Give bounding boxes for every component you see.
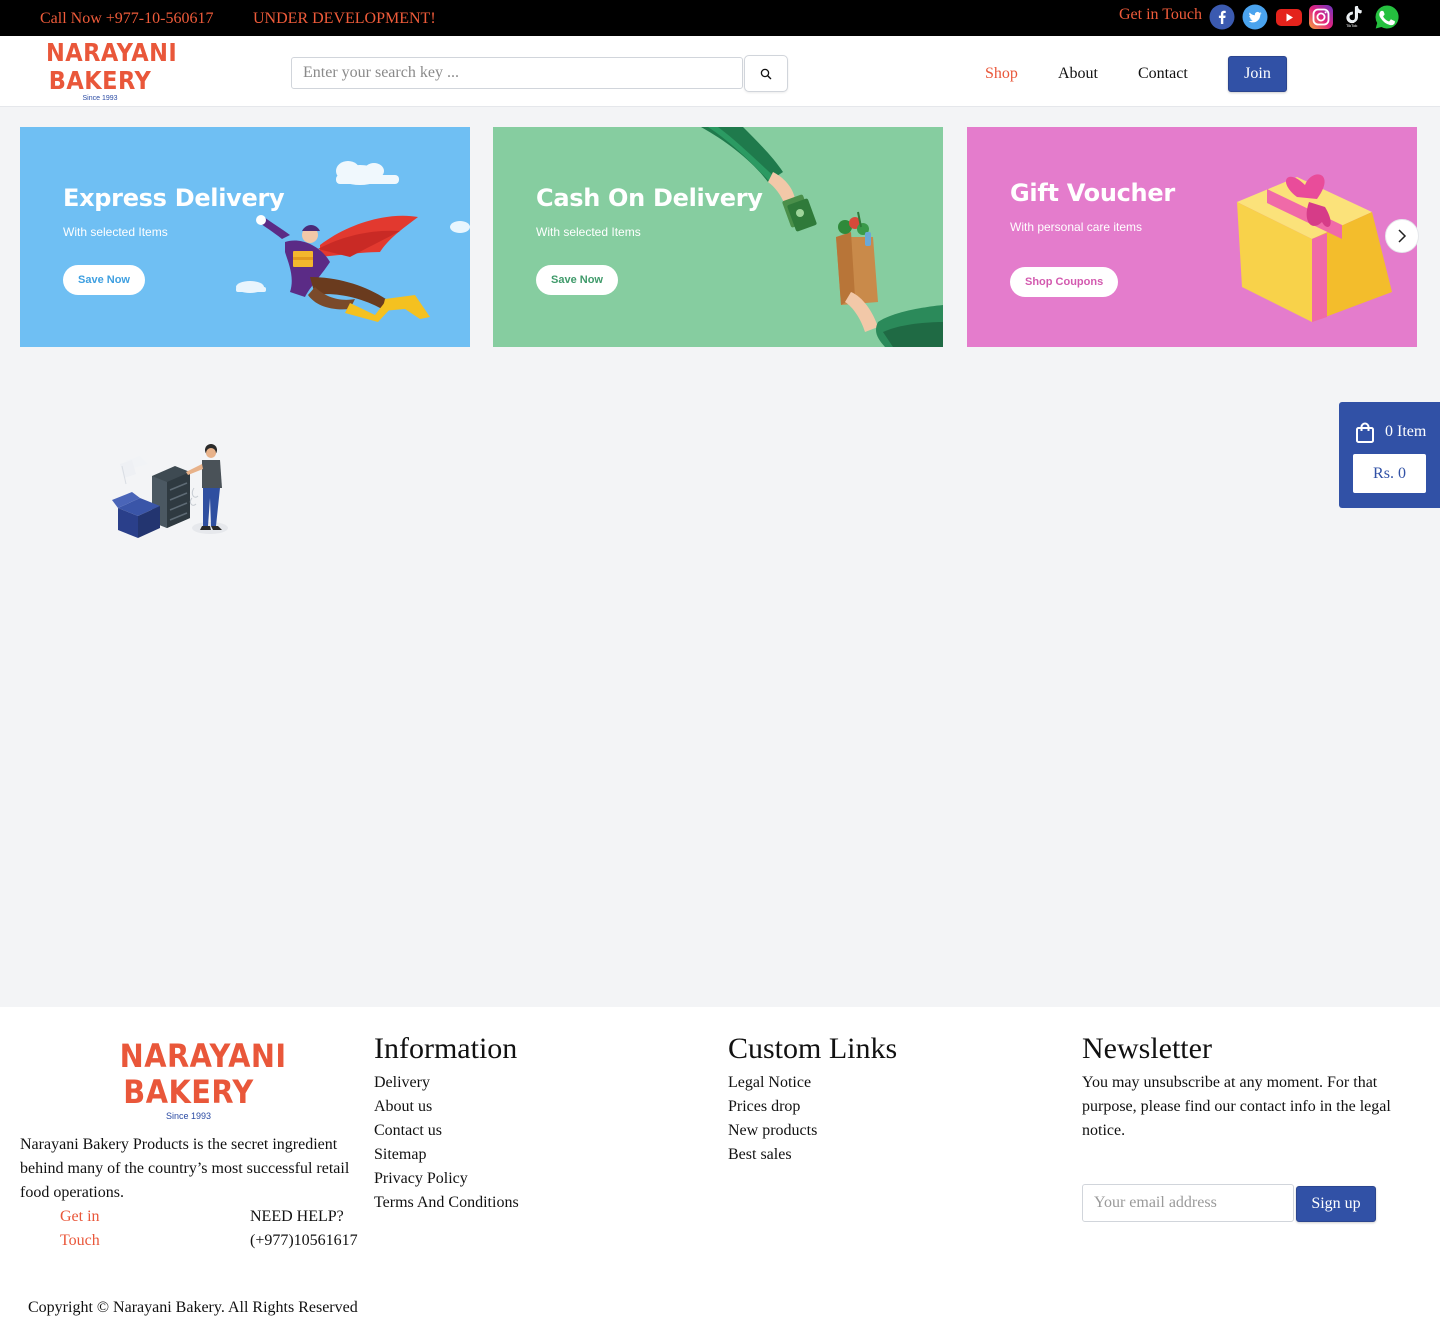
newsletter-text: You may unsubscribe at any moment. For t…: [1082, 1074, 1391, 1139]
floating-cart[interactable]: 0 Item Rs. 0: [1339, 402, 1440, 508]
save-now-button[interactable]: Save Now: [536, 265, 618, 295]
brand-logo[interactable]: NARAYANI BAKERY Since 1993: [40, 38, 178, 102]
footer-link-about-us[interactable]: About us: [374, 1095, 519, 1119]
footer-link-new-products[interactable]: New products: [728, 1119, 817, 1143]
information-links: Delivery About us Contact us Sitemap Pri…: [374, 1071, 519, 1215]
nav-contact[interactable]: Contact: [1138, 65, 1188, 83]
footer-link-terms[interactable]: Terms And Conditions: [374, 1191, 519, 1215]
twitter-icon[interactable]: [1242, 4, 1268, 30]
newsletter-heading: Newsletter: [1082, 1032, 1212, 1065]
nav-about[interactable]: About: [1058, 65, 1098, 83]
footer-link-contact-us[interactable]: Contact us: [374, 1119, 519, 1143]
facebook-icon[interactable]: [1209, 4, 1235, 30]
shop-coupons-button[interactable]: Shop Coupons: [1010, 267, 1119, 297]
footer-brand-logo[interactable]: NARAYANI BAKERY Since 1993: [112, 1037, 287, 1121]
banner-subtitle: With personal care items: [1010, 220, 1143, 234]
information-heading: Information: [374, 1032, 518, 1065]
banner-cash-on-delivery[interactable]: Cash On Delivery With selected Items Sav…: [493, 127, 943, 347]
carousel-next-button[interactable]: [1385, 219, 1419, 253]
banner-title: Express Delivery: [63, 184, 285, 212]
brand-logo-line1: NARAYANI: [119, 1037, 287, 1075]
tiktok-caption: TikTok: [1346, 23, 1358, 28]
site-footer: NARAYANI BAKERY Since 1993 Narayani Bake…: [0, 1007, 1440, 1326]
need-help-label: NEED HELP?: [250, 1208, 344, 1225]
custom-links-heading: Custom Links: [728, 1032, 898, 1065]
banner-subtitle: With selected Items: [536, 225, 641, 239]
footer-link-best-sales[interactable]: Best sales: [728, 1143, 817, 1167]
footer-link-prices-drop[interactable]: Prices drop: [728, 1095, 817, 1119]
banner-express-delivery[interactable]: Express Delivery With selected Items Sav…: [20, 127, 470, 347]
tiktok-icon[interactable]: TikTok: [1341, 3, 1367, 33]
brand-logo-tagline: Since 1993: [165, 1111, 212, 1121]
brand-logo-line2: BAKERY: [48, 66, 152, 95]
top-bar: Call Now +977-10-560617 UNDER DEVELOPMEN…: [0, 0, 1440, 36]
development-notice: UNDER DEVELOPMENT!: [253, 10, 436, 27]
sign-up-button[interactable]: Sign up: [1296, 1186, 1376, 1222]
custom-links: Legal Notice Prices drop New products Be…: [728, 1071, 817, 1167]
search-button[interactable]: [744, 55, 788, 92]
copyright-text: Copyright © Narayani Bakery. All Rights …: [28, 1299, 358, 1316]
empty-products-illustration: [112, 444, 228, 538]
nav-shop[interactable]: Shop: [985, 65, 1018, 83]
brand-logo-line1: NARAYANI: [46, 38, 178, 67]
footer-about-text: Narayani Bakery Products is the secret i…: [20, 1136, 350, 1201]
brand-logo-tagline: Since 1993: [82, 95, 118, 102]
footer-help: NEED HELP? (+977)10561617: [250, 1205, 358, 1253]
footer-link-delivery[interactable]: Delivery: [374, 1071, 519, 1095]
footer-link-sitemap[interactable]: Sitemap: [374, 1143, 519, 1167]
cart-item-count: 0 Item: [1385, 423, 1427, 440]
youtube-icon[interactable]: [1275, 4, 1303, 30]
call-now-text[interactable]: Call Now +977-10-560617: [40, 10, 213, 28]
banner-subtitle: With selected Items: [63, 225, 168, 239]
save-now-button[interactable]: Save Now: [63, 265, 145, 295]
get-in-touch-link[interactable]: Get in Touch: [1119, 6, 1202, 24]
search-input[interactable]: [291, 57, 743, 89]
site-header: NARAYANI BAKERY Since 1993 Shop About Co…: [0, 36, 1440, 107]
newsletter-email-input[interactable]: [1082, 1184, 1294, 1222]
footer-link-legal-notice[interactable]: Legal Notice: [728, 1071, 817, 1095]
chevron-right-icon: [1398, 229, 1407, 243]
help-phone[interactable]: (+977)10561617: [250, 1229, 358, 1253]
banner-title: Gift Voucher: [1010, 179, 1175, 207]
search-icon: [760, 68, 772, 79]
footer-get-in-touch-link[interactable]: Get in Touch: [60, 1205, 120, 1253]
whatsapp-icon[interactable]: [1374, 4, 1400, 30]
cart-total: Rs. 0: [1353, 454, 1426, 493]
banner-gift-voucher[interactable]: Gift Voucher With personal care items Sh…: [967, 127, 1417, 347]
footer-link-privacy-policy[interactable]: Privacy Policy: [374, 1167, 519, 1191]
gift-box-illustration: [1237, 174, 1392, 322]
banner-title: Cash On Delivery: [536, 184, 763, 212]
brand-logo-line2: BAKERY: [123, 1073, 254, 1111]
instagram-icon[interactable]: [1308, 4, 1334, 30]
join-button[interactable]: Join: [1228, 56, 1287, 92]
shopping-bag-icon: [1356, 422, 1374, 443]
